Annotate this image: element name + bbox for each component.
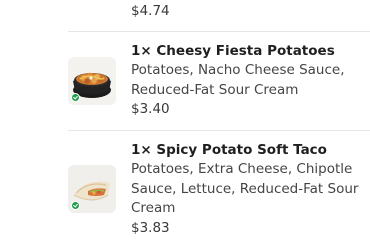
item-title: 1× Cheesy Fiesta Potatoes bbox=[131, 43, 335, 59]
divider bbox=[68, 130, 370, 131]
spicy-potato-soft-taco-image bbox=[68, 165, 116, 213]
item-description: Potatoes, Nacho Cheese Sauce, Reduced-Fa… bbox=[131, 62, 345, 98]
item-details: 1× Spicy Potato Soft Taco Potatoes, Extr… bbox=[131, 141, 367, 238]
cheesy-fiesta-potatoes-image bbox=[68, 57, 116, 105]
item-details: 1× Cheesy Fiesta Potatoes Potatoes, Nach… bbox=[131, 42, 367, 120]
vegetarian-badge-icon bbox=[71, 201, 80, 210]
item-title: 1× Spicy Potato Soft Taco bbox=[131, 142, 327, 158]
item-description: Potatoes, Extra Cheese, Chipotle Sauce, … bbox=[131, 161, 359, 216]
divider bbox=[68, 31, 370, 32]
item-price: $3.83 bbox=[131, 219, 170, 236]
vegetarian-badge-icon bbox=[71, 93, 80, 102]
order-items-list: $4.74 1× Cheesy Fiesta Potatoes Potatoes… bbox=[0, 0, 370, 245]
previous-item-price: $4.74 bbox=[131, 3, 170, 19]
item-price: $3.40 bbox=[131, 101, 170, 117]
